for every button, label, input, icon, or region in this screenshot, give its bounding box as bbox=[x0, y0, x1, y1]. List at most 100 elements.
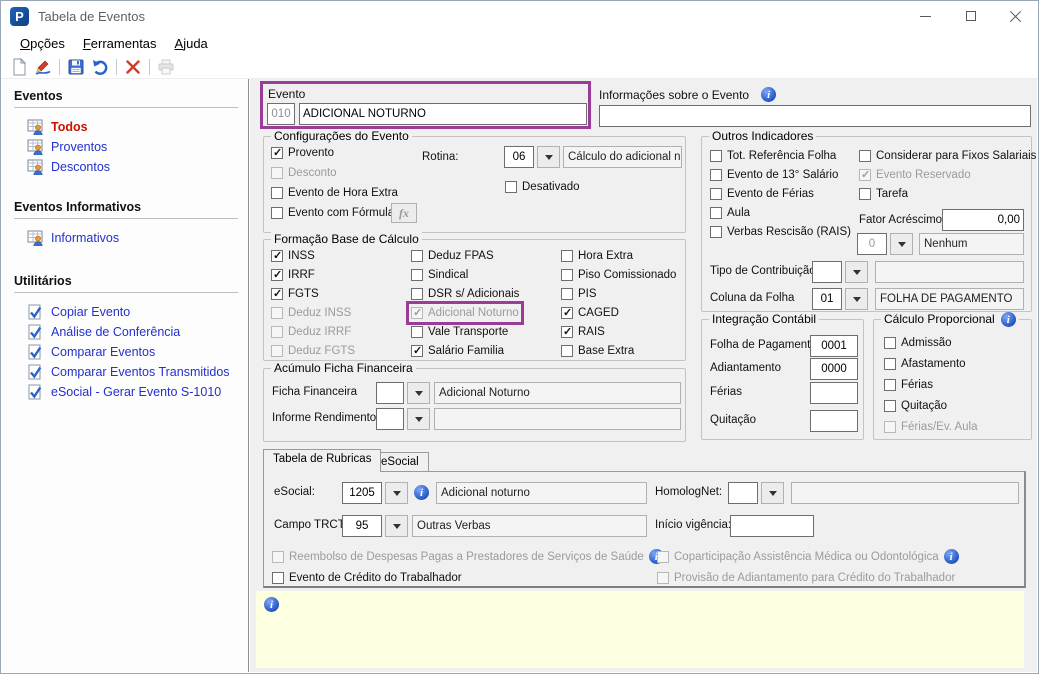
homolognet-dropdown[interactable] bbox=[761, 482, 784, 504]
info-icon[interactable] bbox=[1001, 312, 1016, 327]
checkbox-dsr-adicionais[interactable]: DSR s/ Adicionais bbox=[411, 287, 519, 301]
tipo-contribuicao-dropdown[interactable] bbox=[845, 261, 868, 283]
checkbox-hora-extra[interactable]: Hora Extra bbox=[561, 249, 633, 263]
sidebar-item-todos[interactable]: Todos bbox=[1, 117, 244, 137]
checkbox-evento-reservado: Evento Reservado bbox=[859, 168, 971, 182]
info-evento-input[interactable] bbox=[599, 105, 1031, 127]
informe-rendimentos-label: Informe Rendimentos bbox=[272, 412, 382, 424]
menu-bar: Opções Ferramentas Ajuda bbox=[1, 31, 1038, 56]
esocial-dropdown[interactable] bbox=[385, 482, 408, 504]
sidebar-item-esocial-gerar-evento-s1010[interactable]: eSocial - Gerar Evento S-1010 bbox=[1, 382, 244, 402]
save-icon[interactable] bbox=[64, 57, 88, 77]
delete-icon[interactable] bbox=[121, 57, 145, 77]
menu-ajuda[interactable]: Ajuda bbox=[166, 34, 217, 53]
minimize-button[interactable] bbox=[903, 1, 948, 31]
chevron-down-icon bbox=[545, 155, 553, 160]
calculo-proporcional-group: Cálculo Proporcional Admissão Afastament… bbox=[873, 319, 1032, 440]
checkbox-fgts[interactable]: FGTS bbox=[271, 287, 319, 301]
sidebar-item-informativos[interactable]: Informativos bbox=[1, 228, 244, 248]
homolognet-value[interactable] bbox=[728, 482, 758, 504]
checkbox-tot-referencia-folha[interactable]: Tot. Referência Folha bbox=[710, 149, 836, 163]
close-button[interactable] bbox=[993, 1, 1038, 31]
inicio-vigencia-input[interactable] bbox=[730, 515, 814, 537]
rotina-dropdown-button[interactable] bbox=[537, 146, 560, 168]
checkbox-piso-comissionado[interactable]: Piso Comissionado bbox=[561, 268, 676, 282]
ficha-financeira-dropdown[interactable] bbox=[407, 382, 430, 404]
sidebar-item-analise-de-conferencia[interactable]: Análise de Conferência bbox=[1, 322, 244, 342]
edit-pencil-icon[interactable] bbox=[31, 57, 55, 77]
checkbox-sindical[interactable]: Sindical bbox=[411, 268, 468, 282]
checkbox-evento-hora-extra[interactable]: Evento de Hora Extra bbox=[271, 186, 398, 200]
sidebar-item-copiar-evento[interactable]: Copiar Evento bbox=[1, 302, 244, 322]
campo-trct-value[interactable]: 95 bbox=[342, 515, 382, 537]
checkbox-quitacao-proporcional[interactable]: Quitação bbox=[884, 399, 947, 413]
checkbox-verbas-rescisao-rais[interactable]: Verbas Rescisão (RAIS) bbox=[710, 225, 851, 239]
checkbox-afastamento[interactable]: Afastamento bbox=[884, 357, 966, 371]
checkbox-irrf[interactable]: IRRF bbox=[271, 268, 315, 282]
esocial-code-value[interactable]: 1205 bbox=[342, 482, 382, 504]
info-icon[interactable] bbox=[414, 485, 429, 500]
maximize-button[interactable] bbox=[948, 1, 993, 31]
checkbox-considerar-fixos-salariais[interactable]: Considerar para Fixos Salariais bbox=[859, 149, 1036, 163]
sidebar-item-comparar-eventos[interactable]: Comparar Eventos bbox=[1, 342, 244, 362]
checkbox-box bbox=[859, 188, 871, 200]
informe-rendimentos-desc bbox=[434, 408, 681, 430]
informe-rendimentos-dropdown[interactable] bbox=[407, 408, 430, 430]
coluna-folha-dropdown[interactable] bbox=[845, 288, 868, 310]
adiantamento-input[interactable] bbox=[810, 358, 858, 380]
coluna-folha-desc: FOLHA DE PAGAMENTO bbox=[875, 288, 1024, 310]
checkbox-box bbox=[271, 288, 283, 300]
checkbox-tarefa[interactable]: Tarefa bbox=[859, 187, 908, 201]
checkbox-box bbox=[411, 307, 423, 319]
verbas-rescisao-dropdown bbox=[890, 233, 913, 255]
checkbox-evento-de-ferias[interactable]: Evento de Férias bbox=[710, 187, 814, 201]
checkbox-evento-credito-trabalhador[interactable]: Evento de Crédito do Trabalhador bbox=[272, 571, 462, 585]
event-table-icon bbox=[27, 139, 43, 155]
checkbox-pis[interactable]: PIS bbox=[561, 287, 597, 301]
info-icon[interactable] bbox=[944, 549, 959, 564]
sidebar-item-proventos[interactable]: Proventos bbox=[1, 137, 244, 157]
checkbox-rais[interactable]: RAIS bbox=[561, 325, 605, 339]
chevron-down-icon bbox=[415, 391, 423, 396]
info-icon[interactable] bbox=[761, 87, 776, 102]
new-document-icon[interactable] bbox=[7, 57, 31, 77]
checkbox-deduz-irrf: Deduz IRRF bbox=[271, 325, 351, 339]
checkbox-base-extra[interactable]: Base Extra bbox=[561, 344, 634, 358]
checkbox-deduz-fpas[interactable]: Deduz FPAS bbox=[411, 249, 494, 263]
sidebar-item-descontos[interactable]: Descontos bbox=[1, 157, 244, 177]
task-check-icon bbox=[27, 384, 43, 400]
ficha-financeira-value[interactable] bbox=[376, 382, 404, 404]
coluna-folha-value[interactable]: 01 bbox=[812, 288, 842, 310]
checkbox-salario-familia[interactable]: Salário Familia bbox=[411, 344, 504, 358]
folha-pagamento-input[interactable] bbox=[810, 335, 858, 357]
campo-trct-dropdown[interactable] bbox=[385, 515, 408, 537]
evento-name-input[interactable] bbox=[299, 103, 587, 125]
event-table-icon bbox=[27, 230, 43, 246]
undo-icon[interactable] bbox=[88, 57, 112, 77]
evento-code-input[interactable] bbox=[267, 103, 295, 125]
checkbox-admissao[interactable]: Admissão bbox=[884, 336, 952, 350]
rotina-code-value[interactable]: 06 bbox=[504, 146, 534, 168]
informe-rendimentos-value[interactable] bbox=[376, 408, 404, 430]
ferias-input[interactable] bbox=[810, 382, 858, 404]
checkbox-vale-transporte[interactable]: Vale Transporte bbox=[411, 325, 508, 339]
checkbox-provento[interactable]: Provento bbox=[271, 146, 334, 160]
menu-opcoes[interactable]: Opções bbox=[11, 34, 74, 53]
checkbox-aula[interactable]: Aula bbox=[710, 206, 750, 220]
checkbox-ferias-proporcional[interactable]: Férias bbox=[884, 378, 933, 392]
checkbox-evento-com-formula[interactable]: Evento com Fórmula bbox=[271, 206, 394, 220]
fator-acrescimo-input[interactable] bbox=[942, 209, 1024, 231]
quitacao-input[interactable] bbox=[810, 410, 858, 432]
tab-tabela-de-rubricas[interactable]: Tabela de Rubricas bbox=[263, 449, 381, 472]
checkbox-desativado[interactable]: Desativado bbox=[505, 180, 580, 194]
tipo-contribuicao-value[interactable] bbox=[812, 261, 842, 283]
menu-ferramentas[interactable]: Ferramentas bbox=[74, 34, 166, 53]
checkbox-inss[interactable]: INSS bbox=[271, 249, 315, 263]
checkbox-box bbox=[272, 572, 284, 584]
checkbox-box bbox=[271, 167, 283, 179]
checkbox-caged[interactable]: CAGED bbox=[561, 306, 619, 320]
sidebar-item-comparar-eventos-transmitidos[interactable]: Comparar Eventos Transmitidos bbox=[1, 362, 244, 382]
checkbox-reembolso-despesas-saude: Reembolso de Despesas Pagas a Prestadore… bbox=[272, 549, 664, 564]
fator-acrescimo-label: Fator Acréscimo bbox=[859, 214, 942, 226]
checkbox-evento-13-salario[interactable]: Evento de 13° Salário bbox=[710, 168, 838, 182]
